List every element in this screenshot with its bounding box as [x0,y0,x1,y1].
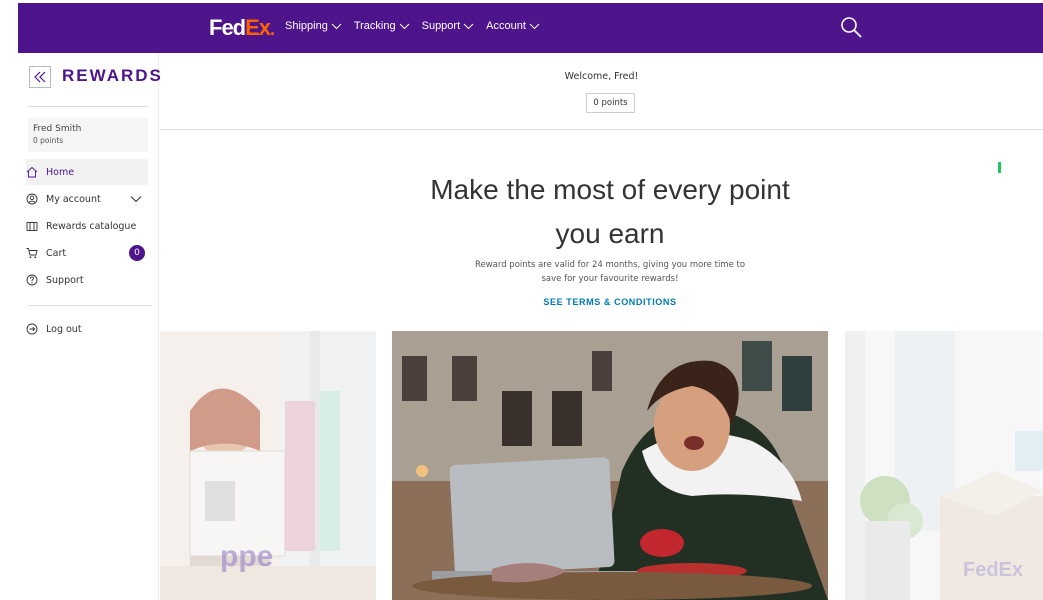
home-icon [26,166,38,178]
sidebar-item-label: Home [46,166,75,178]
search-icon[interactable] [839,15,863,39]
welcome-message: Welcome, Fred! [564,71,639,82]
sidebar-item-label: Log out [46,323,82,335]
user-summary: Fred Smith 0 points [28,118,148,152]
user-circle-icon [26,193,38,205]
fedex-logo[interactable]: FedEx. [209,15,275,41]
nav-account-label: Account [486,20,526,32]
nav-shipping-label: Shipping [285,20,328,32]
chevron-down-icon [529,23,540,29]
logout-icon [26,323,38,335]
promo-image-center [392,331,828,600]
promo-image-right: FedEx [845,331,1043,600]
sidebar-item-my-account[interactable]: My account [26,186,148,212]
headline-line-1: Make the most of every point [430,174,790,205]
svg-text:FedEx: FedEx [963,559,1023,581]
divider [28,106,148,107]
welcome-section: Welcome, Fred! 0 points [160,53,1043,130]
cart-count-badge: 0 [129,245,145,261]
logo-ex-text: Ex [245,15,271,40]
woman-with-package-image: ppe [160,331,376,600]
sidebar-item-label: Support [46,274,84,286]
subtext-line-1: Reward points are valid for 24 months, g… [474,260,746,270]
nav-account[interactable]: Account [486,20,540,32]
sidebar-item-support[interactable]: Support [26,267,148,293]
rewards-sidebar: REWARDS Fred Smith 0 points Home My acco… [18,53,161,600]
logo-fed-text: Fed [209,15,246,40]
rewards-title: REWARDS [62,66,163,85]
catalogue-icon [26,222,38,231]
logo-dot: . [270,19,275,39]
divider [28,305,152,306]
nav-support[interactable]: Support [422,20,475,32]
user-points: 0 points [33,136,64,145]
chevron-down-icon [399,23,409,29]
fedex-boxes-image: FedEx [845,331,1043,600]
nav-tracking[interactable]: Tracking [354,20,410,32]
nav-shipping[interactable]: Shipping [285,20,342,32]
sidebar-item-label: My account [46,193,101,205]
user-name: Fred Smith [33,124,82,134]
headline-line-2: you earn [555,218,665,249]
sidebar-item-rewards-catalogue[interactable]: Rewards catalogue [26,213,148,239]
nav-tracking-label: Tracking [353,20,396,32]
help-circle-icon [26,274,38,286]
status-indicator [998,162,1001,173]
top-navigation-bar: FedEx. Shipping Tracking Support Account [18,3,1043,53]
sidebar-item-label: Rewards catalogue [46,220,137,232]
nav-support-label: Support [421,20,461,32]
chevron-down-icon [130,196,142,203]
subtext-line-2: save for your favourite rewards! [541,274,679,284]
hero-subtext: Reward points are valid for 24 months, g… [430,258,790,286]
collapse-sidebar-button[interactable] [29,66,51,88]
terms-conditions-link[interactable]: SEE TERMS & CONDITIONS [460,297,760,307]
woman-with-laptop-image [392,331,828,600]
sidebar-item-home[interactable]: Home [26,159,148,185]
chevron-down-icon [331,23,342,29]
double-chevron-left-icon [34,71,46,83]
sidebar-item-label: Cart [46,247,67,259]
hero-headline: Make the most of every point you earn [370,168,850,256]
points-balance: 0 points [586,93,635,113]
main-nav: Shipping Tracking Support Account [285,20,540,32]
sidebar-item-logout[interactable]: Log out [26,316,148,342]
chevron-down-icon [463,23,474,29]
sidebar-item-cart[interactable]: Cart 0 [26,240,148,266]
promo-image-left: ppe [160,331,376,600]
cart-icon [26,248,38,259]
svg-text:ppe: ppe [220,540,273,573]
